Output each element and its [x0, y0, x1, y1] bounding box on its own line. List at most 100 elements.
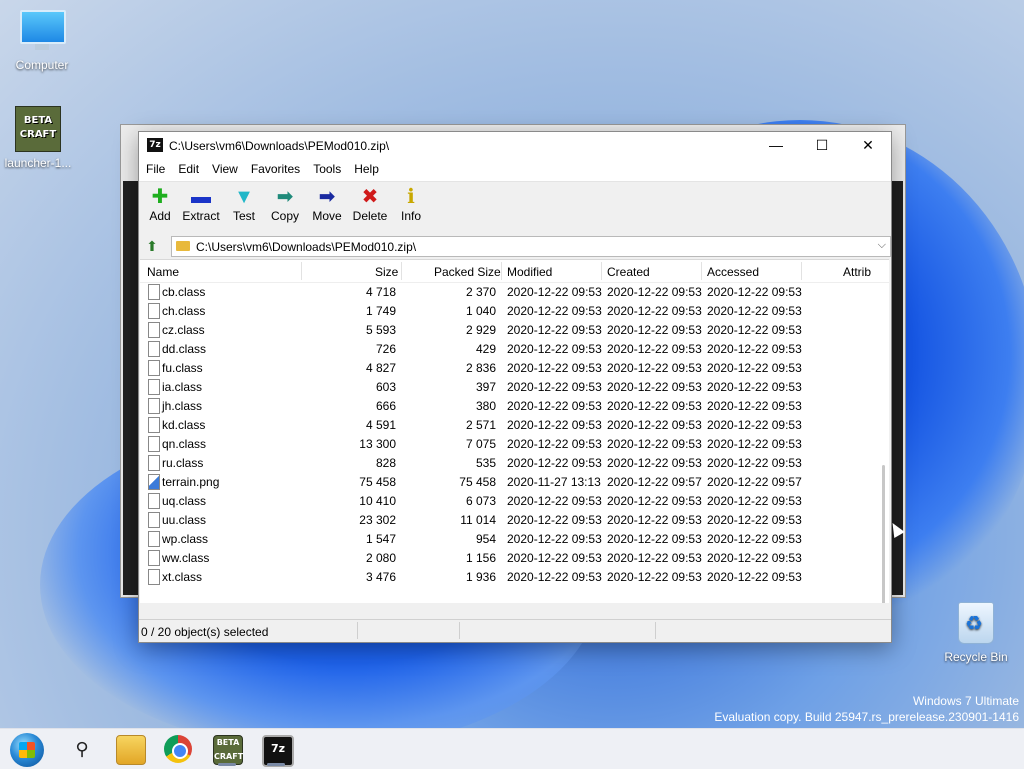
cell-name: ru.class — [162, 456, 204, 470]
desktop-icon-recycle-bin[interactable]: Recycle Bin — [934, 602, 1018, 664]
extract-button[interactable]: ▬ Extract — [180, 185, 222, 223]
image-file-icon — [148, 474, 160, 490]
cell-size: 23 302 — [359, 513, 396, 527]
cell-modified: 2020-12-22 09:53 — [507, 513, 602, 527]
cell-accessed: 2020-12-22 09:53 — [707, 304, 802, 318]
column-created[interactable]: Created — [607, 265, 650, 279]
file-row[interactable]: ia.class 603 397 2020-12-22 09:53 2020-12-22… — [140, 378, 889, 397]
menu-view[interactable]: View — [205, 159, 244, 176]
path-combobox[interactable]: C:\Users\vm6\Downloads\PEMod010.zip\ ⌵ — [171, 236, 891, 257]
file-row[interactable]: wp.class 1 547 954 2020-12-22 09:53 2020-12-… — [140, 530, 889, 549]
cell-packed: 380 — [475, 399, 496, 413]
folder-icon — [176, 241, 190, 251]
cell-name: ww.class — [162, 551, 210, 565]
vertical-scrollbar[interactable] — [882, 465, 885, 603]
file-explorer-icon[interactable] — [116, 735, 146, 765]
check-icon: ▼ — [234, 186, 254, 208]
file-row[interactable]: ru.class 828 535 2020-12-22 09:53 2020-12-22… — [140, 454, 889, 473]
copy-arrow-icon: ➡ — [276, 186, 294, 208]
cell-name: fu.class — [162, 361, 203, 375]
plus-icon: ✚ — [151, 186, 169, 208]
7zip-app-icon: 7z — [147, 138, 163, 152]
cell-accessed: 2020-12-22 09:53 — [707, 570, 802, 584]
cell-name: dd.class — [162, 342, 207, 356]
cell-size: 10 410 — [359, 494, 396, 508]
file-row[interactable]: qn.class 13 300 7 075 2020-12-22 09:53 2020-… — [140, 435, 889, 454]
file-row[interactable]: uq.class 10 410 6 073 2020-12-22 09:53 2020-… — [140, 492, 889, 511]
maximize-button[interactable]: ☐ — [799, 132, 845, 159]
close-button[interactable]: ✕ — [845, 132, 891, 159]
search-icon[interactable]: ⚲ — [68, 735, 96, 763]
file-icon — [148, 531, 160, 547]
7zip-window[interactable]: 7z C:\Users\vm6\Downloads\PEMod010.zip\ … — [138, 131, 892, 643]
menu-edit[interactable]: Edit — [171, 159, 205, 176]
cell-modified: 2020-12-22 09:53 — [507, 570, 602, 584]
cell-modified: 2020-12-22 09:53 — [507, 399, 602, 413]
file-row[interactable]: dd.class 726 429 2020-12-22 09:53 2020-12-22… — [140, 340, 889, 359]
menu-file[interactable]: File — [139, 159, 171, 176]
file-row[interactable]: terrain.png 75 458 75 458 2020-11-27 13:13 2… — [140, 473, 889, 492]
file-list[interactable]: Name Size Packed Size Modified Created A… — [140, 259, 889, 603]
cell-modified: 2020-12-22 09:53 — [507, 323, 602, 337]
title-bar[interactable]: 7z C:\Users\vm6\Downloads\PEMod010.zip\ … — [139, 132, 891, 159]
menu-help[interactable]: Help — [347, 159, 385, 176]
toolbar: ✚ Add ▬ Extract ▼ Test ➡ Copy ➡ Move ✖ D… — [139, 182, 891, 234]
column-packed-size[interactable]: Packed Size — [434, 265, 501, 279]
cell-created: 2020-12-22 09:53 — [607, 494, 702, 508]
column-size[interactable]: Size — [375, 265, 398, 279]
column-header: Name Size Packed Size Modified Created A… — [140, 260, 889, 283]
cell-modified: 2020-12-22 09:53 — [507, 285, 602, 299]
cell-size: 666 — [375, 399, 396, 413]
file-row[interactable]: xt.class 3 476 1 936 2020-12-22 09:53 2020-1… — [140, 568, 889, 587]
file-icon — [148, 379, 160, 395]
column-name[interactable]: Name — [147, 265, 179, 279]
os-edition-text: Windows 7 Ultimate — [912, 694, 1019, 708]
file-row[interactable]: jh.class 666 380 2020-12-22 09:53 2020-12-22… — [140, 397, 889, 416]
cell-size: 726 — [375, 342, 396, 356]
file-icon — [148, 436, 160, 452]
column-accessed[interactable]: Accessed — [707, 265, 759, 279]
file-row[interactable]: ch.class 1 749 1 040 2020-12-22 09:53 2020-1… — [140, 302, 889, 321]
delete-button[interactable]: ✖ Delete — [349, 185, 391, 223]
cell-created: 2020-12-22 09:53 — [607, 399, 702, 413]
betacraft-icon: BETA CRAFT — [15, 106, 61, 152]
cell-created: 2020-12-22 09:53 — [607, 323, 702, 337]
column-modified[interactable]: Modified — [507, 265, 552, 279]
file-row[interactable]: fu.class 4 827 2 836 2020-12-22 09:53 2020-1… — [140, 359, 889, 378]
add-button[interactable]: ✚ Add — [139, 185, 181, 223]
cell-modified: 2020-12-22 09:53 — [507, 380, 602, 394]
cell-packed: 1 156 — [465, 551, 496, 565]
file-row[interactable]: uu.class 23 302 11 014 2020-12-22 09:53 2020… — [140, 511, 889, 530]
cell-modified: 2020-12-22 09:53 — [507, 342, 602, 356]
cell-size: 2 080 — [365, 551, 396, 565]
menu-favorites[interactable]: Favorites — [244, 159, 306, 176]
cell-created: 2020-12-22 09:53 — [607, 551, 702, 565]
menu-tools[interactable]: Tools — [306, 159, 347, 176]
cell-name: ch.class — [162, 304, 206, 318]
file-icon — [148, 360, 160, 376]
file-row[interactable]: cb.class 4 718 2 370 2020-12-22 09:53 2020-1… — [140, 283, 889, 302]
desktop-icon-label: Computer — [15, 58, 69, 72]
file-row[interactable]: cz.class 5 593 2 929 2020-12-22 09:53 2020-1… — [140, 321, 889, 340]
desktop-icon-label: Recycle Bin — [944, 650, 1008, 664]
minimize-button[interactable]: — — [753, 132, 799, 159]
test-button[interactable]: ▼ Test — [223, 185, 265, 223]
move-button[interactable]: ➡ Move — [306, 185, 348, 223]
copy-button[interactable]: ➡ Copy — [264, 185, 306, 223]
cell-packed: 11 014 — [460, 513, 496, 527]
chrome-icon[interactable] — [164, 735, 192, 763]
cell-modified: 2020-12-22 09:53 — [507, 456, 602, 470]
cell-packed: 429 — [475, 342, 496, 356]
cell-accessed: 2020-12-22 09:53 — [707, 285, 802, 299]
info-button[interactable]: ℹ Info — [390, 185, 432, 223]
file-row[interactable]: kd.class 4 591 2 571 2020-12-22 09:53 2020-1… — [140, 416, 889, 435]
chevron-down-icon[interactable]: ⌵ — [878, 239, 886, 252]
file-row[interactable]: ww.class 2 080 1 156 2020-12-22 09:53 2020-1… — [140, 549, 889, 568]
up-folder-icon[interactable]: ⬆ — [143, 237, 161, 255]
column-attrib[interactable]: Attrib — [843, 265, 871, 279]
desktop-icon-launcher[interactable]: BETA CRAFT launcher-1... — [0, 106, 80, 170]
desktop-icon-computer[interactable]: Computer — [0, 10, 84, 72]
cell-packed: 75 458 — [459, 475, 496, 489]
betacraft-taskbar-icon[interactable]: BETA CRAFT — [213, 735, 243, 765]
start-button[interactable] — [10, 733, 44, 767]
